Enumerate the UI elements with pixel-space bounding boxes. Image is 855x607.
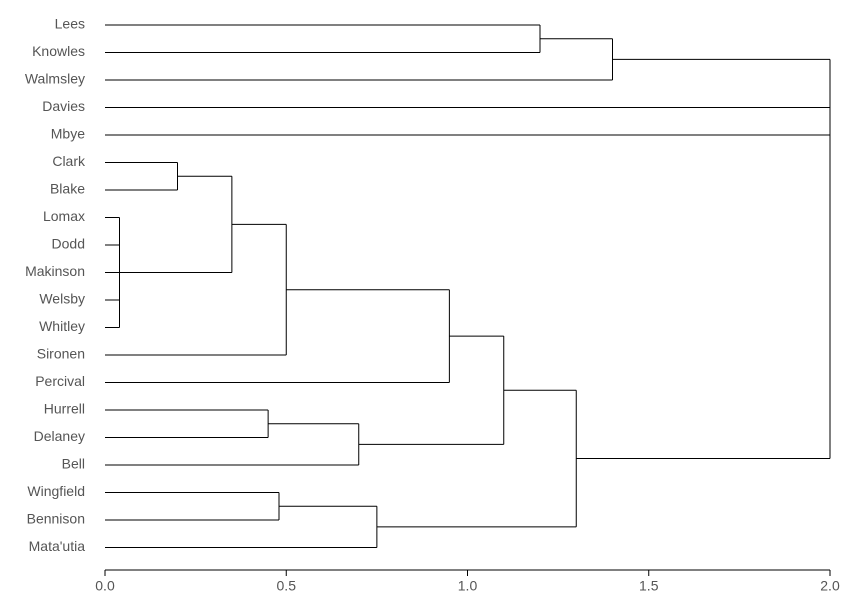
leaf-label: Bennison [27,511,85,527]
leaf-label: Knowles [32,43,85,59]
leaf-label: Whitley [39,318,85,334]
leaf-label: Delaney [34,428,85,444]
dendrogram-svg: Lees Knowles Walmsley Davies Mbye Clark Blake L… [0,0,855,607]
x-tick-label: 1.5 [639,577,659,593]
leaf-label: Sironen [37,346,85,362]
leaf-label: Lomax [43,208,85,224]
leaf-label: Welsby [39,291,85,307]
x-tick-label: 0.0 [95,577,115,593]
leaf-label: Wingfield [27,483,85,499]
leaf-label: Clark [52,153,86,169]
leaf-label: Lees [55,16,85,32]
x-tick-label: 1.0 [458,577,478,593]
leaf-label: Percival [35,373,85,389]
leaf-label: Mbye [51,126,85,142]
leaf-label: Hurrell [44,401,85,417]
leaf-label: Dodd [52,236,85,252]
leaf-label: Makinson [25,263,85,279]
leaf-label: Blake [50,181,85,197]
x-tick-label: 2.0 [820,577,840,593]
leaf-label: Davies [42,98,85,114]
leaf-label: Walmsley [25,71,85,87]
dendrogram-chart: Lees Knowles Walmsley Davies Mbye Clark Blake L… [0,0,855,607]
leaf-label: Bell [62,456,85,472]
leaf-label: Mata'utia [29,538,86,554]
x-tick-label: 0.5 [277,577,297,593]
